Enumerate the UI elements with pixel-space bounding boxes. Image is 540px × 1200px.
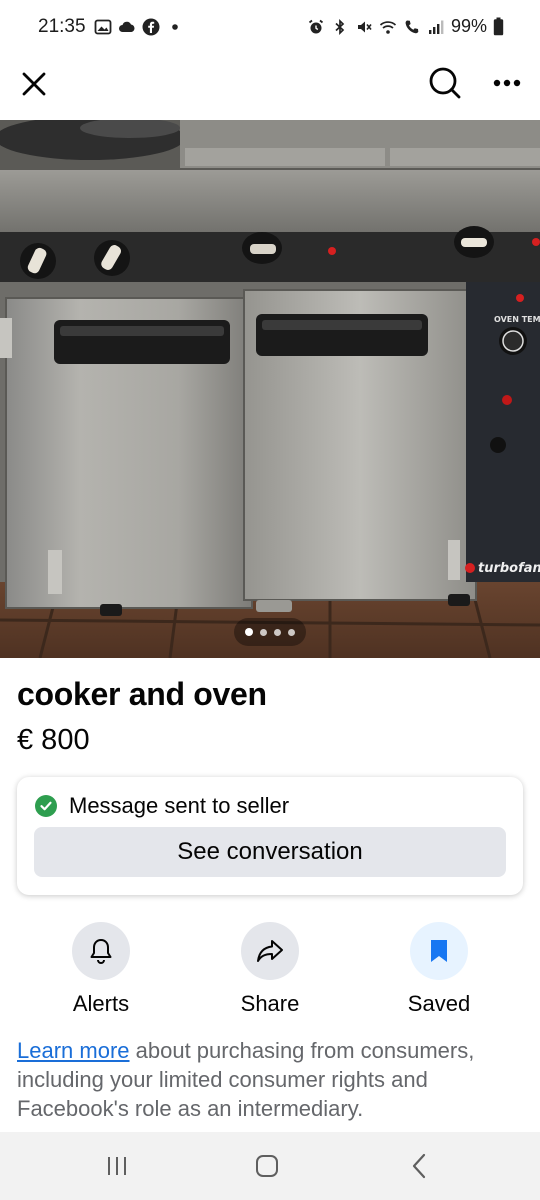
- message-status-text: Message sent to seller: [69, 793, 290, 818]
- status-right: 99%: [307, 16, 504, 37]
- search-icon: [429, 67, 461, 99]
- carousel-dot-3[interactable]: [274, 628, 281, 636]
- carousel-dot-2[interactable]: [260, 628, 267, 636]
- back-button[interactable]: [394, 1148, 444, 1184]
- cooker-oven-image: OVEN TEMP turbofan: [0, 120, 540, 658]
- signal-icon: [428, 20, 444, 34]
- home-icon: [256, 1155, 278, 1177]
- brand-logo-text: turbofan: [478, 561, 540, 576]
- bluetooth-icon: [335, 18, 345, 35]
- battery-icon: [493, 17, 504, 36]
- message-card: Message sent to seller See conversation: [17, 777, 523, 895]
- saved-label: Saved: [407, 991, 471, 1016]
- saved-button[interactable]: [410, 922, 468, 980]
- recents-button[interactable]: [92, 1148, 142, 1184]
- mute-icon: [357, 21, 372, 32]
- disclaimer: Learn more about purchasing from consume…: [17, 1036, 527, 1123]
- carousel-indicator[interactable]: [234, 618, 306, 646]
- battery-percent: 99%: [450, 16, 487, 36]
- more-options-button[interactable]: [486, 62, 528, 104]
- check-circle-icon: [35, 795, 57, 817]
- bookmark-icon: [431, 940, 447, 962]
- action-row: Alerts Share Saved: [0, 922, 540, 1022]
- listing-price: € 800: [17, 724, 90, 756]
- alerts-label: Alerts: [72, 991, 130, 1016]
- carousel-dot-1[interactable]: [245, 628, 253, 636]
- cloud-icon: [119, 21, 135, 32]
- facebook-icon: [142, 18, 160, 36]
- listing-photo[interactable]: OVEN TEMP turbofan: [0, 120, 540, 658]
- bell-icon: [90, 939, 112, 964]
- share-icon: [257, 940, 283, 962]
- status-bar: 21:35 99%: [0, 0, 540, 56]
- alarm-icon: [308, 19, 324, 33]
- listing-title: cooker and oven: [17, 676, 267, 712]
- saved-action[interactable]: Saved: [379, 922, 499, 1017]
- status-left-icons: [94, 18, 184, 36]
- carousel-dot-4[interactable]: [288, 628, 295, 636]
- top-bar: [0, 56, 540, 120]
- image-icon: [94, 19, 112, 35]
- dot-icon: [172, 24, 178, 30]
- recents-icon: [108, 1157, 126, 1175]
- home-button[interactable]: [242, 1148, 292, 1184]
- close-icon: [22, 72, 46, 96]
- share-button[interactable]: [241, 922, 299, 980]
- more-icon: [493, 79, 521, 87]
- close-button[interactable]: [14, 64, 54, 104]
- alerts-button[interactable]: [72, 922, 130, 980]
- learn-more-link[interactable]: Learn more: [17, 1038, 130, 1063]
- back-icon: [412, 1153, 426, 1179]
- share-action[interactable]: Share: [210, 922, 330, 1017]
- alerts-action[interactable]: Alerts: [41, 922, 161, 1017]
- call-icon: [405, 20, 419, 33]
- system-nav-bar: [0, 1132, 540, 1200]
- see-conversation-button[interactable]: See conversation: [34, 827, 506, 877]
- share-label: Share: [240, 991, 300, 1016]
- oven-temp-label: OVEN TEMP: [494, 315, 540, 324]
- wifi-icon: [379, 20, 397, 34]
- message-status: Message sent to seller: [35, 793, 289, 819]
- status-time: 21:35: [38, 16, 86, 37]
- search-button[interactable]: [424, 62, 466, 104]
